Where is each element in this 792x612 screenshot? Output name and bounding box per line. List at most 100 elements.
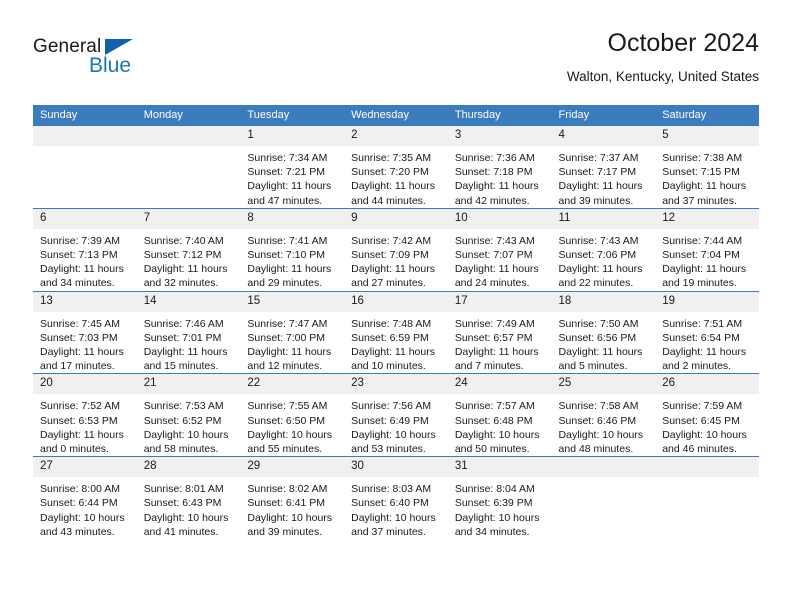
daylight-text-line1: Daylight: 10 hours xyxy=(558,428,644,441)
sunrise-text: Sunrise: 7:48 AM xyxy=(351,317,432,330)
day-number xyxy=(551,457,656,478)
daylight-text-line1: Daylight: 10 hours xyxy=(40,511,125,524)
day-details: Sunrise: 7:55 AM Sunset: 6:50 PM Daylight:… xyxy=(240,394,344,456)
sunset-text: Sunset: 7:15 PM xyxy=(662,166,740,179)
calendar-day-cell[interactable]: 18 Sunrise: 7:50 AM Sunset: 6:56 PM Dayligh… xyxy=(551,290,656,374)
day-number: 8 xyxy=(240,208,345,229)
day-number: 3 xyxy=(447,126,552,146)
weekday-header-tuesday: Tuesday xyxy=(240,105,345,126)
daylight-text-line2: and 34 minutes. xyxy=(40,277,115,290)
sunset-text: Sunset: 7:07 PM xyxy=(454,249,533,262)
sunset-text: Sunset: 7:10 PM xyxy=(247,249,326,262)
sunrise-text: Sunrise: 7:58 AM xyxy=(558,400,639,413)
sunrise-text: Sunrise: 7:43 AM xyxy=(454,234,535,247)
sunrise-text: Sunrise: 7:53 AM xyxy=(143,400,224,413)
sunset-text: Sunset: 7:09 PM xyxy=(351,249,429,262)
day-number: 29 xyxy=(240,457,345,478)
sunset-text: Sunset: 7:21 PM xyxy=(247,166,326,179)
sunrise-text: Sunrise: 8:04 AM xyxy=(454,483,535,496)
daylight-text-line2: and 34 minutes. xyxy=(454,525,530,538)
calendar-day-cell[interactable]: 16 Sunrise: 7:48 AM Sunset: 6:59 PM Dayligh… xyxy=(344,290,448,374)
calendar-day-cell-empty xyxy=(33,126,137,209)
calendar-day-cell[interactable]: 5 Sunrise: 7:38 AM Sunset: 7:15 PM Daylight… xyxy=(655,126,759,209)
day-number: 7 xyxy=(136,208,241,229)
daylight-text-line2: and 58 minutes. xyxy=(143,443,219,456)
daylight-text-line1: Daylight: 11 hours xyxy=(351,180,435,193)
day-details: Sunrise: 7:34 AM Sunset: 7:21 PM Daylight:… xyxy=(240,146,344,208)
day-details: Sunrise: 7:48 AM Sunset: 6:59 PM Daylight:… xyxy=(344,312,448,374)
day-details: Sunrise: 7:44 AM Sunset: 7:04 PM Daylight:… xyxy=(655,229,759,291)
calendar-day-cell[interactable]: 1 Sunrise: 7:34 AM Sunset: 7:21 PM Daylight… xyxy=(240,126,345,209)
calendar-day-cell[interactable]: 21 Sunrise: 7:53 AM Sunset: 6:52 PM Dayligh… xyxy=(136,373,241,457)
sunset-text: Sunset: 6:45 PM xyxy=(662,414,740,427)
daylight-text-line2: and 27 minutes. xyxy=(351,277,426,290)
day-number: 10 xyxy=(447,208,552,229)
daylight-text-line2: and 15 minutes. xyxy=(143,360,219,373)
sunset-text: Sunset: 7:03 PM xyxy=(40,331,118,344)
sunset-text: Sunset: 6:48 PM xyxy=(454,414,533,427)
day-details: Sunrise: 7:56 AM Sunset: 6:49 PM Daylight:… xyxy=(344,394,448,456)
calendar-day-cell[interactable]: 22 Sunrise: 7:55 AM Sunset: 6:50 PM Dayligh… xyxy=(240,373,345,457)
daylight-text-line1: Daylight: 10 hours xyxy=(143,511,229,524)
calendar-day-cell[interactable]: 25 Sunrise: 7:58 AM Sunset: 6:46 PM Dayligh… xyxy=(551,373,656,457)
calendar-day-cell[interactable]: 19 Sunrise: 7:51 AM Sunset: 6:54 PM Dayligh… xyxy=(655,290,759,374)
calendar-day-cell[interactable]: 14 Sunrise: 7:46 AM Sunset: 7:01 PM Dayligh… xyxy=(136,290,241,374)
sunset-text: Sunset: 6:52 PM xyxy=(143,414,222,427)
calendar-day-cell[interactable]: 28 Sunrise: 8:01 AM Sunset: 6:43 PM Dayligh… xyxy=(136,456,241,540)
calendar-day-cell[interactable]: 20 Sunrise: 7:52 AM Sunset: 6:53 PM Dayligh… xyxy=(33,373,137,457)
sunset-text: Sunset: 6:56 PM xyxy=(558,331,637,344)
day-number: 6 xyxy=(33,208,137,229)
calendar-day-cell[interactable]: 26 Sunrise: 7:59 AM Sunset: 6:45 PM Dayligh… xyxy=(655,373,759,457)
sunrise-text: Sunrise: 7:34 AM xyxy=(247,152,328,164)
calendar-day-cell[interactable]: 7 Sunrise: 7:40 AM Sunset: 7:12 PM Daylight… xyxy=(136,207,241,292)
day-number: 27 xyxy=(33,457,137,478)
calendar-day-cell[interactable]: 2 Sunrise: 7:35 AM Sunset: 7:20 PM Daylight… xyxy=(344,126,448,209)
daylight-text-line2: and 39 minutes. xyxy=(247,525,323,538)
daylight-text-line1: Daylight: 11 hours xyxy=(662,180,747,193)
sunset-text: Sunset: 6:50 PM xyxy=(247,414,326,427)
sunrise-text: Sunrise: 7:51 AM xyxy=(662,317,743,330)
calendar-day-cell[interactable]: 12 Sunrise: 7:44 AM Sunset: 7:04 PM Dayligh… xyxy=(655,207,759,292)
calendar-day-cell[interactable]: 29 Sunrise: 8:02 AM Sunset: 6:41 PM Dayligh… xyxy=(240,456,345,540)
calendar-week-row: 20 Sunrise: 7:52 AM Sunset: 6:53 PM Dayligh… xyxy=(33,373,759,457)
calendar-day-cell[interactable]: 30 Sunrise: 8:03 AM Sunset: 6:40 PM Dayligh… xyxy=(344,456,448,540)
day-details: Sunrise: 7:57 AM Sunset: 6:48 PM Daylight:… xyxy=(448,394,552,456)
sunrise-text: Sunrise: 7:37 AM xyxy=(558,152,639,164)
day-number: 21 xyxy=(136,374,241,395)
sunrise-sunset-calendar: Sunday Monday Tuesday Wednesday Thursday… xyxy=(33,105,759,540)
sunset-text: Sunset: 7:06 PM xyxy=(558,249,637,262)
calendar-day-cell[interactable]: 4 Sunrise: 7:37 AM Sunset: 7:17 PM Daylight… xyxy=(551,126,656,209)
calendar-day-cell[interactable]: 9 Sunrise: 7:42 AM Sunset: 7:09 PM Daylight… xyxy=(344,207,448,292)
calendar-day-cell[interactable]: 3 Sunrise: 7:36 AM Sunset: 7:18 PM Daylight… xyxy=(447,126,552,209)
calendar-day-cell[interactable]: 10 Sunrise: 7:43 AM Sunset: 7:07 PM Dayligh… xyxy=(447,207,552,292)
sunset-text: Sunset: 6:57 PM xyxy=(454,331,533,344)
day-details: Sunrise: 7:42 AM Sunset: 7:09 PM Daylight:… xyxy=(344,229,448,291)
generalblue-logo[interactable]: General Blue xyxy=(33,36,163,82)
calendar-day-cell[interactable]: 6 Sunrise: 7:39 AM Sunset: 7:13 PM Daylight… xyxy=(33,207,137,292)
day-number xyxy=(33,126,137,146)
calendar-day-cell[interactable]: 11 Sunrise: 7:43 AM Sunset: 7:06 PM Dayligh… xyxy=(551,207,656,292)
sunrise-text: Sunrise: 7:43 AM xyxy=(558,234,639,247)
page-header: General Blue October 2024 Walton, Kentuc… xyxy=(33,28,759,98)
calendar-day-cell[interactable]: 15 Sunrise: 7:47 AM Sunset: 7:00 PM Dayligh… xyxy=(240,290,345,374)
daylight-text-line2: and 10 minutes. xyxy=(351,360,426,373)
calendar-day-cell[interactable]: 31 Sunrise: 8:04 AM Sunset: 6:39 PM Dayligh… xyxy=(447,456,552,540)
sunrise-text: Sunrise: 7:45 AM xyxy=(40,317,120,330)
sunset-text: Sunset: 6:40 PM xyxy=(351,497,429,510)
sunrise-text: Sunrise: 7:59 AM xyxy=(662,400,743,413)
day-details: Sunrise: 7:45 AM Sunset: 7:03 PM Daylight:… xyxy=(33,312,137,374)
daylight-text-line1: Daylight: 11 hours xyxy=(40,263,124,276)
calendar-day-cell[interactable]: 24 Sunrise: 7:57 AM Sunset: 6:48 PM Dayligh… xyxy=(447,373,552,457)
day-number: 16 xyxy=(344,291,448,312)
calendar-day-cell[interactable]: 23 Sunrise: 7:56 AM Sunset: 6:49 PM Dayligh… xyxy=(344,373,448,457)
sunrise-text: Sunrise: 7:55 AM xyxy=(247,400,328,413)
sunrise-text: Sunrise: 7:39 AM xyxy=(40,234,120,247)
calendar-day-cell[interactable]: 13 Sunrise: 7:45 AM Sunset: 7:03 PM Dayligh… xyxy=(33,290,137,374)
calendar-day-cell[interactable]: 27 Sunrise: 8:00 AM Sunset: 6:44 PM Dayligh… xyxy=(33,456,137,540)
day-number: 11 xyxy=(551,208,656,229)
calendar-day-cell[interactable]: 8 Sunrise: 7:41 AM Sunset: 7:10 PM Daylight… xyxy=(240,207,345,292)
calendar-day-cell[interactable]: 17 Sunrise: 7:49 AM Sunset: 6:57 PM Dayligh… xyxy=(447,290,552,374)
sunrise-text: Sunrise: 8:02 AM xyxy=(247,483,328,496)
sunrise-text: Sunrise: 7:35 AM xyxy=(351,152,432,164)
daylight-text-line1: Daylight: 10 hours xyxy=(662,428,747,441)
